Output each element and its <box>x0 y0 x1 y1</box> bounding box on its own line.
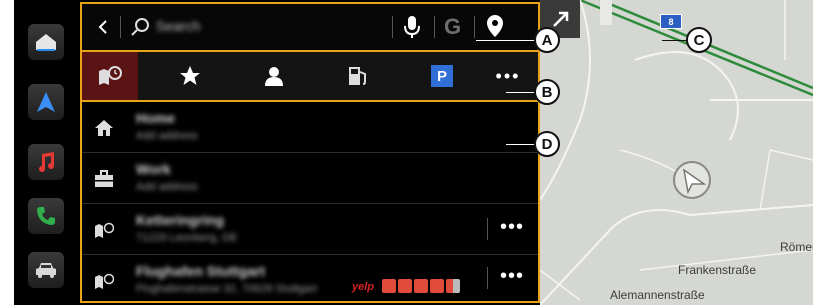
home-icon <box>95 120 113 136</box>
category-tabs: P ••• <box>82 52 538 102</box>
tab-contacts[interactable] <box>246 52 302 100</box>
callout-c: C <box>686 27 712 53</box>
callout-d: D <box>534 131 560 157</box>
tab-recent-destinations[interactable] <box>82 52 138 100</box>
list-item-title: Ketteringring <box>136 212 224 228</box>
navigation-arrow-icon <box>37 92 55 112</box>
list-item-subtitle: Add address <box>136 130 198 142</box>
chevron-left-icon[interactable] <box>98 19 108 35</box>
more-icon: ••• <box>495 65 521 86</box>
microphone-icon[interactable] <box>404 15 420 39</box>
map-clock-icon <box>99 66 122 85</box>
fuel-pump-icon <box>349 67 366 85</box>
divider <box>487 267 488 289</box>
tab-favorites[interactable] <box>162 52 218 100</box>
list-item-title: Home <box>136 110 175 126</box>
callout-leader <box>506 144 536 145</box>
list-item-title: Work <box>136 161 171 177</box>
street-label: Römer <box>780 240 813 254</box>
list-item-subtitle: Flughafenstrasse 32, 70629 Stuttgart <box>136 283 318 295</box>
destination-panel: Search G P ••• Home Add address Work Add… <box>80 2 540 303</box>
home-app-button[interactable] <box>28 24 64 60</box>
map-clock-icon <box>95 222 114 238</box>
tab-parking[interactable]: P <box>414 52 470 100</box>
car-app-button[interactable] <box>28 252 64 288</box>
callout-b: B <box>534 79 560 105</box>
road-sign-badge: 8 <box>660 14 682 29</box>
street-label: Frankenstraße <box>678 263 757 277</box>
list-item-subtitle: 71229 Leonberg, DE <box>136 232 238 244</box>
yelp-logo: yelp <box>352 281 375 293</box>
map-roads <box>540 0 813 305</box>
list-item-work[interactable]: Work Add address <box>82 153 538 204</box>
parking-icon: P <box>431 65 453 87</box>
person-icon <box>265 67 283 86</box>
more-options-button[interactable]: ••• <box>500 266 524 286</box>
music-note-icon <box>39 152 54 172</box>
list-item-recent[interactable]: Flughafen Stuttgart Flughafenstrasse 32,… <box>82 255 538 301</box>
tab-charging-stations[interactable] <box>330 52 386 100</box>
street-label: Alemannenstraße <box>610 288 705 302</box>
list-item-subtitle: Add address <box>136 181 198 193</box>
callout-leader <box>506 92 536 93</box>
star-icon <box>180 66 200 85</box>
divider <box>487 218 488 240</box>
google-logo[interactable]: G <box>444 14 461 40</box>
list-item-recent[interactable]: Ketteringring 71229 Leonberg, DE ••• <box>82 204 538 255</box>
music-app-button[interactable] <box>28 144 64 180</box>
car-icon <box>36 263 56 278</box>
phone-app-button[interactable] <box>28 198 64 234</box>
list-item-home[interactable]: Home Add address <box>82 102 538 153</box>
map-view[interactable]: 8 Frankenstraße Alemannenstraße Römer <box>540 0 813 305</box>
callout-a: A <box>534 27 560 53</box>
vehicle-position-icon <box>673 161 711 199</box>
callout-leader <box>476 40 536 41</box>
search-icon <box>131 18 149 36</box>
star-rating <box>382 279 460 293</box>
list-item-title: Flughafen Stuttgart <box>136 263 266 279</box>
location-pin-icon[interactable] <box>486 14 504 38</box>
navigation-app-button[interactable] <box>28 84 64 120</box>
map-clock-icon <box>95 273 114 289</box>
more-options-button[interactable]: ••• <box>500 217 524 237</box>
search-bar: Search G <box>82 4 538 52</box>
app-dock <box>14 0 78 305</box>
search-input[interactable]: Search <box>156 18 200 34</box>
briefcase-icon <box>95 170 113 187</box>
callout-leader <box>662 40 688 41</box>
house-icon <box>36 34 56 51</box>
infotainment-screen: Search G P ••• Home Add address Work Add… <box>14 0 813 305</box>
phone-icon <box>37 207 55 225</box>
